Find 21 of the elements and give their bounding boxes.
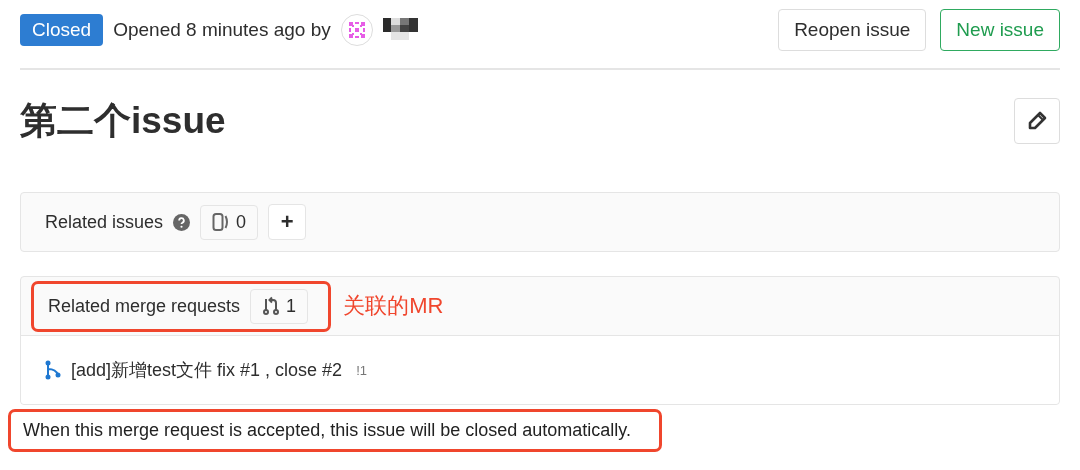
auto-close-note: When this merge request is accepted, this issue will be closed automatically. bbox=[23, 420, 631, 441]
reopen-button[interactable]: Reopen issue bbox=[778, 9, 927, 51]
annotation-label: 关联的MR bbox=[343, 292, 444, 320]
add-button[interactable]: + bbox=[268, 204, 307, 240]
issue-meta: Opened 8 minutes ago by bbox=[113, 19, 331, 41]
merge-request-count: 1 bbox=[250, 288, 309, 324]
merge-request-icon bbox=[262, 296, 281, 316]
issue-count: 0 bbox=[200, 204, 259, 240]
merge-request-ref: !1 bbox=[356, 362, 367, 378]
status-badge: Closed bbox=[20, 14, 104, 46]
help-icon[interactable] bbox=[173, 213, 191, 231]
section-title: Related merge requests bbox=[48, 295, 241, 317]
edit-button[interactable] bbox=[1014, 98, 1060, 144]
merge-request-link[interactable]: [add]新增test文件 fix #1 , close #2 bbox=[71, 358, 343, 382]
new-issue-button[interactable]: New issue bbox=[940, 9, 1060, 51]
branch-icon bbox=[45, 360, 61, 380]
issue-title: 第二个issue bbox=[20, 99, 226, 143]
pencil-icon bbox=[1027, 111, 1047, 131]
issues-icon bbox=[212, 212, 231, 232]
section-title: Related issues bbox=[45, 211, 164, 233]
avatar-icon bbox=[340, 14, 373, 46]
